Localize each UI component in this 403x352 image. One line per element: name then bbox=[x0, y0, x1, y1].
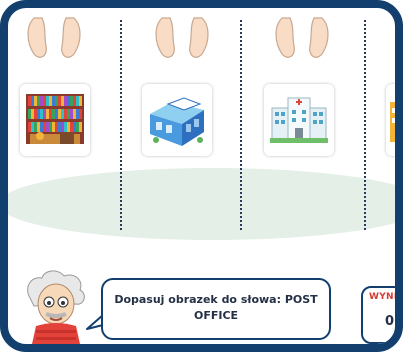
picture-card-hospital[interactable] bbox=[264, 84, 334, 156]
instruction-text: Dopasuj obrazek do słowa: POST OFFICE bbox=[114, 293, 318, 322]
hospital-icon bbox=[270, 97, 328, 143]
footprints-icon bbox=[27, 17, 81, 58]
column-divider bbox=[240, 20, 242, 230]
library-icon bbox=[26, 94, 84, 144]
ground-ellipse bbox=[8, 168, 395, 240]
footprints-icon bbox=[275, 17, 329, 58]
post-office-icon bbox=[150, 97, 204, 146]
building-icon bbox=[390, 102, 395, 142]
score-label: WYNIK bbox=[369, 292, 403, 302]
instruction-bubble: Dopasuj obrazek do słowa: POST OFFICE bbox=[101, 278, 331, 340]
game-frame: Dopasuj obrazek do słowa: POST OFFICE WY… bbox=[0, 0, 403, 352]
picture-card-partial[interactable] bbox=[386, 84, 395, 156]
picture-card-library[interactable] bbox=[20, 84, 90, 156]
column-divider bbox=[364, 20, 366, 230]
picture-card-post-office[interactable] bbox=[142, 84, 212, 156]
footprints-icon bbox=[155, 17, 209, 58]
column-divider bbox=[120, 20, 122, 230]
score-value: 0 bbox=[385, 314, 395, 329]
score-panel: WYNIK 0 bbox=[361, 286, 403, 344]
